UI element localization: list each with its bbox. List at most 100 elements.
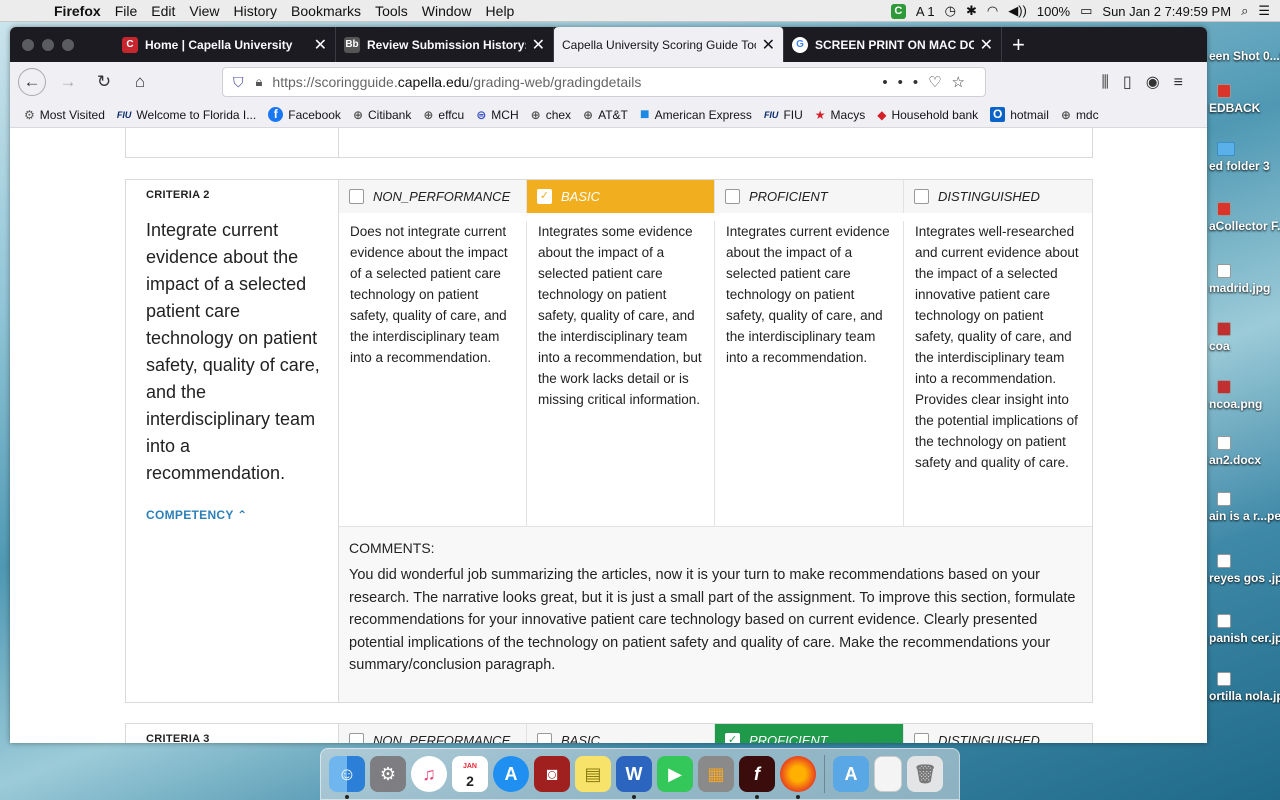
bookmark-facebook[interactable]: f Facebook (268, 107, 341, 122)
level-distinguished[interactable]: DISTINGUISHED (904, 724, 1092, 743)
url-bar[interactable]: ⛉ 🔒︎ https://scoringguide.capella.edu/gr… (222, 67, 986, 97)
desktop-item[interactable]: ncoa.png (1207, 380, 1280, 412)
pocket-icon[interactable]: ♡ (928, 74, 951, 91)
checkbox-icon[interactable] (349, 189, 364, 204)
close-icon[interactable]: ✕ (980, 35, 993, 55)
spotlight-icon[interactable]: ⌕ (1241, 3, 1248, 19)
sidebar-icon[interactable]: ▯ (1123, 74, 1146, 91)
calculator-icon[interactable]: ▦ (698, 756, 734, 792)
bookmark-star-icon[interactable]: ☆ (952, 74, 975, 91)
calendar-icon[interactable]: JAN 2 (452, 756, 488, 792)
level-basic-selected[interactable]: ✓ BASIC (527, 180, 715, 213)
level-proficient-selected[interactable]: ✓ PROFICIENT (715, 724, 904, 743)
battery-icon[interactable]: ▭ (1080, 3, 1092, 19)
menu-bookmarks[interactable]: Bookmarks (291, 3, 361, 19)
bookmark-hotmail[interactable]: Ohotmail (990, 107, 1049, 122)
notification-center-icon[interactable]: ☰ (1258, 3, 1270, 19)
url-text[interactable]: https://scoringguide.capella.edu/grading… (272, 74, 641, 90)
desktop-item[interactable]: een Shot 0...9.54 PM (1207, 48, 1280, 64)
flash-icon[interactable]: f (739, 756, 775, 799)
desktop-item[interactable]: an2.docx (1207, 436, 1280, 468)
desktop-item[interactable]: panish cer.jpeg (1207, 614, 1280, 646)
facetime-icon[interactable]: ▶ (657, 756, 693, 792)
itunes-icon[interactable]: ♫ (411, 756, 447, 792)
bookmark-most-visited[interactable]: ⚙ Most Visited (24, 108, 105, 122)
menu-tools[interactable]: Tools (375, 3, 408, 19)
document-icon[interactable] (874, 756, 902, 792)
bluetooth-icon[interactable]: ✱ (966, 3, 977, 19)
checkbox-icon[interactable] (349, 733, 364, 743)
level-non-performance[interactable]: NON_PERFORMANCE (339, 724, 527, 743)
photo-booth-icon[interactable]: ◙ (534, 756, 570, 792)
tracking-shield-icon[interactable]: ⛉ (233, 74, 244, 91)
status-app-icon[interactable]: C (890, 3, 906, 19)
checkbox-icon[interactable] (725, 189, 740, 204)
tab-google-search[interactable]: G SCREEN PRINT ON MAC DOESN ✕ (784, 27, 1002, 62)
menu-edit[interactable]: Edit (151, 3, 175, 19)
desktop-item[interactable]: madrid.jpg (1207, 264, 1280, 296)
tab-scoring-guide[interactable]: Capella University Scoring Guide Tool ✕ (554, 27, 784, 62)
desktop-item[interactable]: EDBACK (1207, 84, 1280, 116)
firefox-icon[interactable] (780, 756, 816, 799)
level-proficient[interactable]: PROFICIENT (715, 180, 904, 213)
desktop-item[interactable]: coa (1207, 322, 1280, 354)
menu-history[interactable]: History (233, 3, 277, 19)
checkbox-checked-icon[interactable]: ✓ (537, 189, 552, 204)
time-machine-icon[interactable]: ◷ (945, 3, 956, 19)
menu-icon[interactable]: ≡ (1174, 74, 1197, 91)
desktop-item[interactable]: ed folder 3 (1207, 142, 1280, 174)
app-menu[interactable]: Firefox (54, 3, 101, 19)
menu-file[interactable]: File (115, 3, 138, 19)
library-icon[interactable]: ⫼ (1102, 74, 1123, 91)
page-actions[interactable]: •••♡☆ (882, 73, 975, 91)
tab-review-submission[interactable]: Bb Review Submission History: [u03 ✕ (336, 27, 554, 62)
new-tab-icon[interactable]: + (1012, 32, 1025, 58)
bookmark-att[interactable]: ⊕ AT&T (583, 108, 628, 122)
bookmark-macys[interactable]: ★ Macys (815, 108, 865, 122)
window-zoom-button[interactable] (62, 38, 74, 51)
bookmark-fiu[interactable]: FIU FIU (764, 108, 803, 122)
back-arrow-icon[interactable]: ← (18, 68, 46, 96)
forward-arrow-icon[interactable]: → (54, 68, 82, 96)
account-icon[interactable]: ◉ (1146, 74, 1174, 91)
clock[interactable]: Sun Jan 2 7:49:59 PM (1102, 4, 1231, 19)
window-minimize-button[interactable] (42, 38, 54, 51)
stickies-icon[interactable]: ▤ (575, 756, 611, 792)
bookmark-citibank[interactable]: ⊕ Citibank (353, 108, 411, 122)
reload-icon[interactable]: ↻ (90, 68, 118, 96)
finder-icon[interactable]: ☺ (329, 756, 365, 799)
bookmark-mch[interactable]: ⊜ MCH (476, 108, 518, 122)
trash-icon[interactable]: 🗑︎ (907, 756, 943, 792)
applications-folder-icon[interactable]: A (833, 756, 869, 792)
window-close-button[interactable] (22, 38, 34, 51)
level-non-performance[interactable]: NON_PERFORMANCE (339, 180, 527, 213)
home-icon[interactable]: ⌂ (126, 68, 154, 96)
desktop-item[interactable]: reyes gos .jpg (1207, 554, 1280, 586)
menu-window[interactable]: Window (422, 3, 472, 19)
level-basic[interactable]: BASIC (527, 724, 715, 743)
desktop-item[interactable]: ortilla nola.jpeg (1207, 672, 1280, 704)
wifi-icon[interactable]: ◠ (987, 3, 998, 19)
bookmark-chex[interactable]: ⊕ chex (531, 108, 571, 122)
bookmark-household-bank[interactable]: ◆ Household bank (877, 108, 978, 122)
tab-capella-home[interactable]: C Home | Capella University ✕ (114, 27, 336, 62)
competency-toggle[interactable]: COMPETENCY ⌃ (146, 508, 247, 522)
level-distinguished[interactable]: DISTINGUISHED (904, 180, 1092, 213)
checkbox-icon[interactable] (914, 733, 929, 743)
desktop-item[interactable]: aCollector F...41].pdf (1207, 202, 1280, 234)
system-preferences-icon[interactable]: ⚙ (370, 756, 406, 792)
battery-percent[interactable]: 100% (1037, 4, 1070, 19)
adobe-status[interactable]: A 1 (916, 4, 935, 19)
bookmark-effcu[interactable]: ⊕ effcu (423, 108, 464, 122)
menu-help[interactable]: Help (486, 3, 515, 19)
lock-icon[interactable]: 🔒︎ (256, 74, 263, 90)
close-icon[interactable]: ✕ (532, 35, 545, 55)
checkbox-icon[interactable] (537, 733, 552, 743)
close-icon[interactable]: ✕ (314, 35, 327, 55)
close-icon[interactable]: ✕ (762, 35, 775, 55)
menu-view[interactable]: View (189, 3, 219, 19)
more-actions-icon[interactable]: ••• (882, 74, 928, 91)
bookmark-amex[interactable]: ■ American Express (640, 106, 752, 124)
app-store-icon[interactable]: A (493, 756, 529, 792)
word-icon[interactable]: W (616, 756, 652, 799)
